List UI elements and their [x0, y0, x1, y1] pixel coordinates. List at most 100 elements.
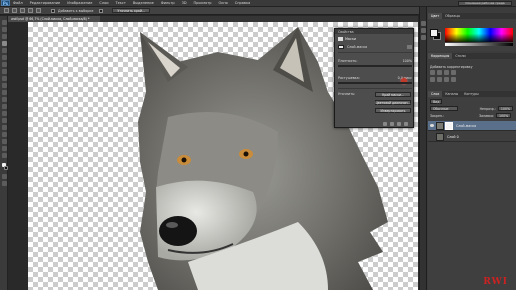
- curves-icon[interactable]: [444, 70, 449, 75]
- eye-icon[interactable]: [430, 135, 434, 138]
- properties-header: Маски: [338, 37, 356, 41]
- color-range-button[interactable]: Цветовой диапазон...: [375, 100, 411, 105]
- opacity-label: Непрозр.:: [479, 106, 496, 111]
- feather-label: Растушевка:: [338, 76, 360, 80]
- auto-enhance-checkbox[interactable]: [99, 8, 104, 13]
- menu-help[interactable]: Справка: [235, 1, 250, 5]
- path-selection-tool-icon[interactable]: [1, 132, 7, 137]
- levels-icon[interactable]: [437, 70, 442, 75]
- tab-paths[interactable]: Контуры: [461, 92, 482, 96]
- tab-styles[interactable]: Стили: [452, 54, 468, 58]
- shape-tool-icon[interactable]: [1, 139, 7, 144]
- mask-edge-button[interactable]: Край маски...: [375, 92, 411, 97]
- screen-mode-icon[interactable]: [1, 181, 7, 186]
- sample-all-layers-checkbox[interactable]: [51, 8, 55, 13]
- menu-select[interactable]: Выделение: [133, 1, 154, 5]
- hand-tool-icon[interactable]: [1, 146, 7, 151]
- filter-kind-dropdown[interactable]: Вид: [430, 99, 443, 104]
- feather-slider-track[interactable]: [338, 82, 412, 84]
- gradient-tool-icon[interactable]: [1, 97, 7, 102]
- black-white-icon[interactable]: [444, 77, 449, 82]
- layers-filter-row: Вид: [430, 99, 515, 104]
- move-tool-icon[interactable]: [1, 20, 7, 25]
- hue-saturation-icon[interactable]: [430, 77, 435, 82]
- mask-type-label: Слой-маска: [347, 45, 368, 49]
- menu-3d[interactable]: 3D: [182, 1, 187, 5]
- quick-selection-tool-icon[interactable]: [1, 41, 7, 46]
- type-tool-icon[interactable]: [1, 125, 7, 130]
- info-panel-icon[interactable]: [421, 35, 426, 40]
- disable-mask-icon[interactable]: [397, 122, 401, 126]
- properties-titlebar[interactable]: Свойства: [335, 29, 413, 34]
- lasso-tool-icon[interactable]: [1, 34, 7, 39]
- refine-edge-button[interactable]: Уточнить край...: [112, 8, 150, 13]
- new-selection-icon[interactable]: [12, 8, 17, 13]
- invert-button[interactable]: Инвертировать: [375, 108, 411, 113]
- opacity-field[interactable]: 100%: [497, 106, 513, 111]
- eraser-tool-icon[interactable]: [1, 90, 7, 95]
- density-slider[interactable]: [338, 65, 412, 67]
- color-foreground-swatch[interactable]: [430, 29, 438, 37]
- pen-tool-icon[interactable]: [1, 118, 7, 123]
- layer-row-mask[interactable]: Слой-маска: [428, 121, 516, 131]
- mask-icon: [338, 37, 343, 41]
- delete-mask-icon[interactable]: [404, 122, 408, 126]
- tab-adjustments[interactable]: Коррекция: [428, 53, 453, 59]
- menu-file[interactable]: Файл: [13, 1, 23, 5]
- eye-icon[interactable]: [430, 124, 434, 127]
- properties-panel-icon[interactable]: [421, 28, 426, 33]
- menu-view[interactable]: Просмотр: [194, 1, 212, 5]
- load-selection-icon[interactable]: [383, 122, 387, 126]
- crop-tool-icon[interactable]: [1, 48, 7, 53]
- vector-mask-icon[interactable]: [407, 45, 412, 49]
- menu-type[interactable]: Текст: [116, 1, 126, 5]
- menu-image[interactable]: Изображение: [67, 1, 92, 5]
- layer-row-0[interactable]: Слой 0: [428, 132, 516, 142]
- clone-stamp-tool-icon[interactable]: [1, 76, 7, 81]
- workspace-switcher[interactable]: Основная рабочая среда: [458, 0, 512, 6]
- marquee-tool-icon[interactable]: [1, 27, 7, 32]
- zoom-tool-icon[interactable]: [1, 153, 7, 158]
- blend-mode-dropdown[interactable]: Обычные: [430, 106, 458, 111]
- tab-swatches[interactable]: Образцы: [442, 14, 463, 18]
- fill-label: Заливка:: [479, 113, 495, 118]
- add-selection-icon[interactable]: [20, 8, 25, 13]
- brush-tool-icon[interactable]: [1, 69, 7, 74]
- color-balance-icon[interactable]: [437, 77, 442, 82]
- refine-label: Уточнить:: [338, 92, 356, 96]
- layer-thumbnail[interactable]: [436, 121, 444, 130]
- density-value[interactable]: 100%: [403, 59, 412, 63]
- menu-filter[interactable]: Фильтр: [161, 1, 175, 5]
- brush-size-icon[interactable]: [36, 8, 41, 13]
- photo-filter-icon[interactable]: [451, 77, 456, 82]
- eyedropper-tool-icon[interactable]: [1, 55, 7, 60]
- quick-mask-icon[interactable]: [1, 174, 7, 179]
- fill-field[interactable]: 100%: [496, 113, 512, 118]
- blur-tool-icon[interactable]: [1, 104, 7, 109]
- tab-channels[interactable]: Каналы: [442, 92, 461, 96]
- history-brush-tool-icon[interactable]: [1, 83, 7, 88]
- density-label: Плотность:: [338, 59, 358, 63]
- color-spectrum[interactable]: [445, 28, 513, 42]
- properties-header-label: Маски: [345, 37, 357, 41]
- background-color-swatch[interactable]: [3, 166, 8, 170]
- pixel-mask-icon[interactable]: [338, 45, 344, 49]
- exposure-icon[interactable]: [451, 70, 456, 75]
- grayscale-ramp[interactable]: [445, 43, 513, 46]
- subtract-selection-icon[interactable]: [28, 8, 33, 13]
- density-slider-track[interactable]: [338, 65, 412, 67]
- apply-mask-icon[interactable]: [390, 122, 394, 126]
- dodge-tool-icon[interactable]: [1, 111, 7, 116]
- layer-thumbnail[interactable]: [436, 132, 444, 141]
- layer-mask-thumbnail[interactable]: [445, 121, 453, 130]
- feather-slider[interactable]: [338, 82, 412, 84]
- quick-selection-tool-icon[interactable]: [4, 8, 9, 13]
- watermark: RWI: [483, 277, 508, 287]
- brightness-contrast-icon[interactable]: [430, 70, 435, 75]
- menu-layer[interactable]: Слои: [99, 1, 108, 5]
- divider: [338, 52, 412, 53]
- history-panel-icon[interactable]: [421, 21, 426, 26]
- menu-edit[interactable]: Редактирование: [30, 1, 61, 5]
- menu-window[interactable]: Окно: [218, 1, 227, 5]
- healing-brush-tool-icon[interactable]: [1, 62, 7, 67]
